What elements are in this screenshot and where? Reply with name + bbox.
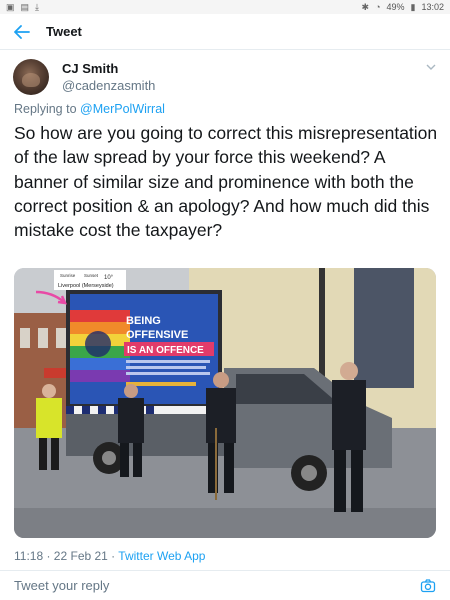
replying-to-handle[interactable]: @MerPolWirral — [80, 102, 165, 116]
tweet-photo[interactable]: BEING OFFENSIVE IS AN OFFENCE Sunrise Su… — [14, 268, 436, 538]
status-bar-left: ▣ ▤ ⤓ — [6, 1, 40, 12]
author-name[interactable]: CJ Smith — [62, 61, 118, 76]
replying-to-label: Replying to — [14, 102, 77, 116]
weather-temp: 10° — [104, 275, 114, 281]
tweet-meta: 11:18 · 22 Feb 21 · Twitter Web App — [14, 549, 205, 563]
photo-icon: ▤ — [20, 1, 30, 12]
tweet-header: CJ Smith @cadenzasmith — [0, 56, 450, 102]
wifi-icon: ◔ — [375, 1, 381, 12]
battery-icon: ▮ — [410, 1, 416, 12]
tweet-source-link[interactable]: Twitter Web App — [118, 549, 205, 563]
avatar[interactable] — [13, 59, 49, 95]
author-handle[interactable]: @cadenzasmith — [62, 78, 155, 93]
chevron-down-icon — [426, 64, 436, 70]
clock: 13:02 — [421, 2, 444, 12]
billboard-line2: OFFENSIVE — [126, 329, 188, 341]
tweet-timestamp: 11:18 · 22 Feb 21 · — [14, 549, 119, 563]
arrow-left-icon — [14, 24, 30, 39]
status-bar-right: ✱ ◔ 49% ▮ 13:02 — [362, 2, 444, 12]
status-bar: ▣ ▤ ⤓ ✱ ◔ 49% ▮ 13:02 — [0, 0, 450, 14]
camera-icon[interactable] — [420, 578, 436, 594]
weather-location: Liverpool (Merseyside) — [58, 283, 114, 289]
weather-sunset: Sunset — [84, 273, 99, 278]
page-title: Tweet — [46, 24, 82, 39]
image-icon: ▣ — [6, 1, 15, 12]
more-options-button[interactable] — [424, 62, 438, 76]
header: Tweet — [0, 14, 450, 50]
replying-to: Replying to @MerPolWirral — [14, 102, 165, 116]
download-icon: ⤓ — [35, 1, 40, 12]
battery-level: 49% — [386, 2, 405, 12]
back-button[interactable] — [0, 14, 44, 50]
weather-sunrise: Sunrise — [60, 273, 76, 278]
photo-illustration: BEING OFFENSIVE IS AN OFFENCE Sunrise Su… — [14, 268, 436, 538]
billboard-line3: IS AN OFFENCE — [127, 345, 204, 356]
billboard-line1: BEING — [126, 315, 161, 327]
reply-composer: Tweet your reply — [0, 570, 450, 600]
bluetooth-icon: ✱ — [361, 1, 370, 12]
reply-input[interactable]: Tweet your reply — [14, 578, 109, 593]
tweet-text: So how are you going to correct this mis… — [14, 123, 438, 241]
